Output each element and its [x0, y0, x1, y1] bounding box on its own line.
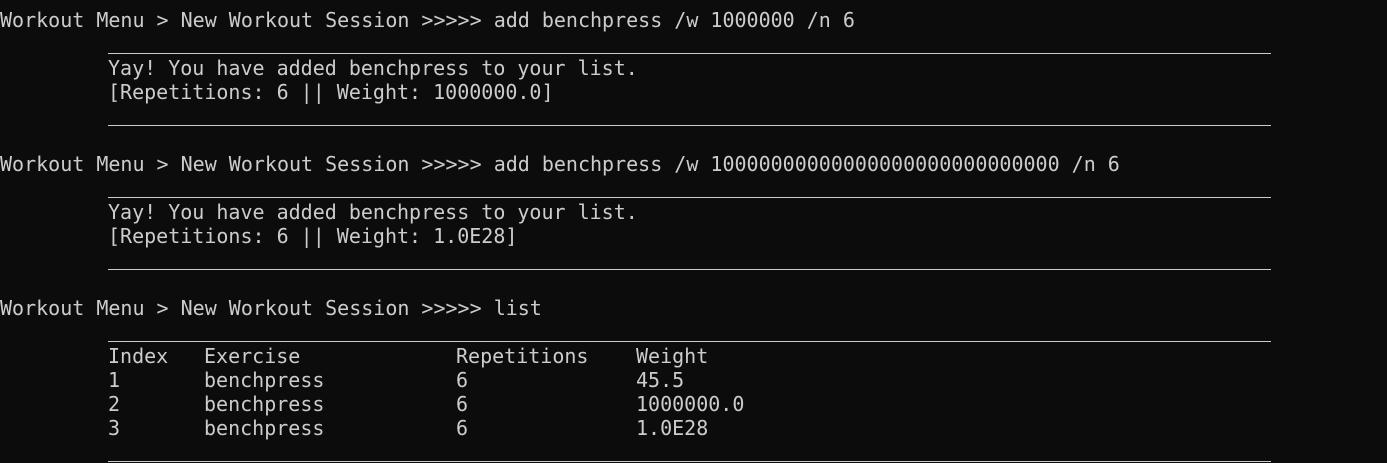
cell-index: 3	[108, 416, 121, 440]
response-detail: [Repetitions: 6 || Weight: 1.0E28]	[108, 224, 518, 248]
cell-repetitions: 6	[456, 416, 469, 440]
prompt-text: Workout Menu > New Workout Session >>>>>	[0, 8, 494, 32]
cell-exercise: benchpress	[204, 368, 325, 392]
command-text: add benchpress /w 1000000 /n 6	[493, 8, 855, 32]
response-message: Yay! You have added benchpress to your l…	[108, 200, 638, 224]
terminal-output: Workout Menu > New Workout Session >>>>>…	[0, 0, 1387, 463]
cell-weight: 1.0E28	[636, 416, 709, 440]
cell-weight: 1000000.0	[636, 392, 745, 416]
response-detail: [Repetitions: 6 || Weight: 1000000.0]	[108, 80, 554, 104]
response-message: Yay! You have added benchpress to your l…	[108, 56, 638, 80]
header-repetitions: Repetitions	[456, 344, 589, 368]
header-index: Index	[108, 344, 169, 368]
command-line-3: Workout Menu > New Workout Session >>>>>…	[0, 296, 542, 320]
header-weight: Weight	[636, 344, 709, 368]
divider	[108, 53, 1271, 54]
divider	[108, 461, 1271, 462]
cell-repetitions: 6	[456, 392, 469, 416]
cell-exercise: benchpress	[204, 392, 325, 416]
cell-index: 1	[108, 368, 121, 392]
command-text: list	[493, 296, 542, 320]
prompt-text: Workout Menu > New Workout Session >>>>>	[0, 152, 494, 176]
header-exercise: Exercise	[204, 344, 301, 368]
command-text: add benchpress /w 1000000000000000000000…	[493, 152, 1120, 176]
divider	[108, 125, 1271, 126]
cell-exercise: benchpress	[204, 416, 325, 440]
cell-index: 2	[108, 392, 121, 416]
command-line-1: Workout Menu > New Workout Session >>>>>…	[0, 8, 855, 32]
divider	[108, 269, 1271, 270]
command-line-2: Workout Menu > New Workout Session >>>>>…	[0, 152, 1120, 176]
divider	[108, 197, 1271, 198]
cell-repetitions: 6	[456, 368, 469, 392]
cell-weight: 45.5	[636, 368, 685, 392]
divider	[108, 341, 1271, 342]
prompt-text: Workout Menu > New Workout Session >>>>>	[0, 296, 494, 320]
